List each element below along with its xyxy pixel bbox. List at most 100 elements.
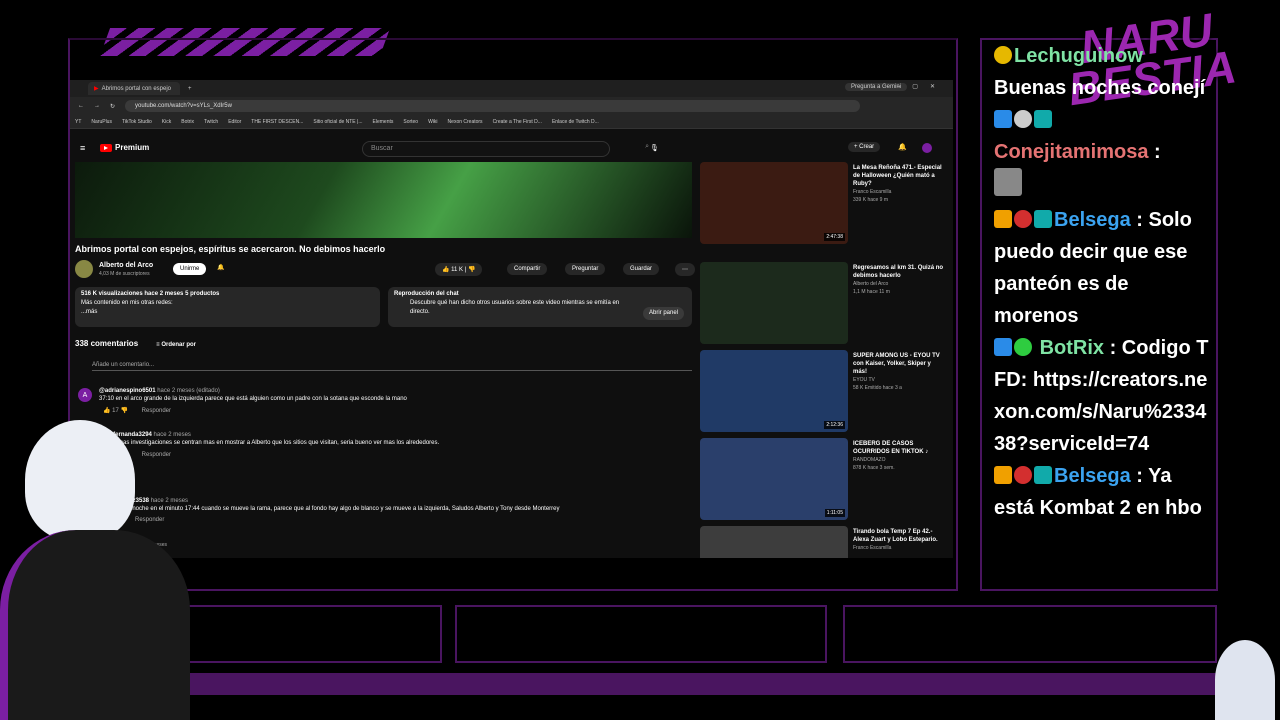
chat-message: Belsega : Solo puedo decir que ese pante… xyxy=(994,209,1192,327)
back-icon[interactable]: ← xyxy=(78,103,84,109)
related-video[interactable]: 1:11:05 ICEBERG DE CASOS OCURRIDOS EN TIK… xyxy=(700,438,950,524)
add-comment-placeholder: Añade un comentario... xyxy=(92,362,155,368)
related-video-meta: 339 K hace 9 m xyxy=(853,197,889,203)
chat-username: Belsega xyxy=(1054,465,1131,487)
badge-icon xyxy=(994,466,1012,484)
comment-avatar[interactable]: A xyxy=(78,388,92,402)
bookmark-item[interactable]: Nexon Creators xyxy=(448,119,483,125)
chat-message: BotRix : Codigo TFD: https://creators.ne… xyxy=(994,337,1209,455)
chat-username: BotRix xyxy=(1039,337,1105,359)
sort-button[interactable]: ≡ Ordenar por xyxy=(156,342,196,348)
related-video-channel[interactable]: Alberto del Arco xyxy=(853,280,945,288)
window-controls[interactable]: –▢✕ xyxy=(897,83,947,90)
bookmark-item[interactable]: Enlace de Twitch D... xyxy=(552,119,599,125)
open-panel-button[interactable]: Abrir panel xyxy=(642,307,684,320)
youtube-logo[interactable]: Premium xyxy=(100,143,149,152)
bookmark-item[interactable]: Create a The First D... xyxy=(493,119,542,125)
like-button[interactable]: 👍 11 K | 👎 xyxy=(435,263,483,276)
bookmark-item[interactable]: Wiki xyxy=(428,119,437,125)
youtube-logo-icon xyxy=(100,143,112,152)
related-video-channel[interactable]: RANDOMAZO xyxy=(853,456,945,464)
related-video-channel[interactable]: Franco Escamilla xyxy=(853,544,945,552)
badge-icon xyxy=(1014,210,1032,228)
description-more[interactable]: ...más xyxy=(81,308,374,317)
mascot-avatar xyxy=(1215,640,1275,720)
share-button[interactable]: Compartir xyxy=(507,263,548,275)
save-button[interactable]: Guardar xyxy=(623,263,660,275)
bookmark-item[interactable]: TikTok Studio xyxy=(122,119,152,125)
bookmark-item[interactable]: Sorteo xyxy=(403,119,418,125)
tab-title: Abrimos portal con espejo xyxy=(101,85,171,92)
emote-icon xyxy=(994,46,1012,64)
bookmark-item[interactable]: Twitch xyxy=(204,119,218,125)
channel-name[interactable]: Alberto del Arco xyxy=(99,262,153,269)
bookmark-item[interactable]: Sitio oficial de NTE |... xyxy=(313,119,362,125)
create-button[interactable]: + Crear xyxy=(848,142,881,152)
ask-button[interactable]: Preguntar xyxy=(565,263,606,275)
bookmark-item[interactable]: NaruPlus xyxy=(91,119,112,125)
comment-likes: 17 xyxy=(112,408,119,414)
video-duration: 2:47:38 xyxy=(824,233,845,241)
address-bar-row: ← → ↻ youtube.com/watch?v=sYLs_XdIr5w xyxy=(70,97,953,115)
related-video[interactable]: 2:12:36 SUPER AMONG US - EYOU TV con Kais… xyxy=(700,350,950,436)
related-video-title[interactable]: La Mesa Reñoña 471.- Especial de Hallowe… xyxy=(853,164,945,188)
avatar[interactable] xyxy=(922,143,932,153)
related-video[interactable]: Tirando bola Temp 7 Ep 42.- Alexa Zuart … xyxy=(700,526,950,558)
reload-icon[interactable]: ↻ xyxy=(110,103,115,110)
related-video[interactable]: 2:47:38 La Mesa Reñoña 471.- Especial de … xyxy=(700,162,950,248)
related-video-channel[interactable]: EYOU TV xyxy=(853,376,945,384)
chat-message: Conejitamimosa : xyxy=(994,136,1216,204)
sort-label: Ordenar por xyxy=(161,342,196,348)
video-thumbnail[interactable] xyxy=(700,262,848,344)
bell-icon[interactable]: 🔔 xyxy=(217,264,224,271)
video-thumbnail[interactable]: 2:47:38 xyxy=(700,162,848,244)
related-video-title[interactable]: Tirando bola Temp 7 Ep 42.- Alexa Zuart … xyxy=(853,528,945,544)
bookmark-item[interactable]: Elements xyxy=(373,119,394,125)
browser-tab[interactable]: ▶ Abrimos portal con espejo xyxy=(88,82,180,95)
video-thumbnail[interactable]: 2:12:36 xyxy=(700,350,848,432)
bookmark-item[interactable]: Kick xyxy=(162,119,171,125)
bookmark-item[interactable]: THE FIRST DESCEN... xyxy=(251,119,303,125)
comment-user[interactable]: @adrianespino6501 xyxy=(99,388,156,394)
bookmark-item[interactable]: Editor xyxy=(228,119,241,125)
url-field[interactable]: youtube.com/watch?v=sYLs_XdIr5w xyxy=(125,100,861,112)
comment-count-text: 338 comentarios xyxy=(75,339,139,348)
channel-row: Alberto del Arco 4,03 M de suscriptores … xyxy=(75,260,695,280)
related-video[interactable]: Regresamos al km 31. Quizá no debimos ha… xyxy=(700,262,950,348)
related-video-meta: 58 K Emitido hace 3 a xyxy=(853,385,902,391)
bookmark-item[interactable]: YT xyxy=(75,119,81,125)
channel-avatar[interactable] xyxy=(75,260,93,278)
related-video-channel[interactable]: Franco Escamilla xyxy=(853,188,945,196)
notifications-icon[interactable]: 🔔 xyxy=(898,143,907,151)
add-comment-input[interactable]: Añade un comentario... xyxy=(92,362,692,371)
description-box[interactable]: 516 K visualizaciones hace 2 meses 5 pro… xyxy=(75,287,380,327)
new-tab-button[interactable]: + xyxy=(188,86,192,92)
comment-text: ...na noche en el minuto 17:44 cuando se… xyxy=(119,506,560,512)
related-video-title[interactable]: ICEBERG DE CASOS OCURRIDOS EN TIKTOK ♪ xyxy=(853,440,945,456)
join-button[interactable]: Unirme xyxy=(173,263,207,275)
chat-text: Buenas noches conejí xyxy=(994,77,1206,99)
menu-icon[interactable]: ≡ xyxy=(80,143,85,153)
vtuber-avatar xyxy=(0,420,200,720)
video-thumbnail[interactable]: 1:11:05 xyxy=(700,438,848,520)
badge-icon xyxy=(994,338,1012,356)
search-input[interactable]: Buscar ⌕ xyxy=(362,141,649,157)
search-icon[interactable]: ⌕ xyxy=(645,143,649,151)
reply-button[interactable]: Responder xyxy=(142,408,171,414)
forward-icon[interactable]: → xyxy=(94,103,100,109)
video-title: Abrimos portal con espejos, espíritus se… xyxy=(75,244,386,254)
badge-icon xyxy=(1014,466,1032,484)
comment-count: 338 comentarios ≡ Ordenar por xyxy=(75,339,196,348)
more-icon[interactable]: ⋯ xyxy=(675,263,695,276)
video-thumbnail[interactable] xyxy=(700,526,848,558)
comment-like-icon[interactable]: 👍 xyxy=(103,408,110,414)
mic-icon[interactable]: 🎙 xyxy=(650,144,659,152)
badge-icon xyxy=(1034,466,1052,484)
bookmark-item[interactable]: Botrix xyxy=(181,119,194,125)
comment-item: A @adrianespino6501 hace 2 meses (editad… xyxy=(75,388,695,424)
related-video-title[interactable]: Regresamos al km 31. Quizá no debimos ha… xyxy=(853,264,945,280)
chat-message: Lechuguinow Buenas noches conejí xyxy=(994,40,1216,104)
related-video-title[interactable]: SUPER AMONG US - EYOU TV con Kaiser, Yol… xyxy=(853,352,945,376)
verified-icon xyxy=(1014,338,1032,356)
video-player[interactable] xyxy=(75,162,692,238)
